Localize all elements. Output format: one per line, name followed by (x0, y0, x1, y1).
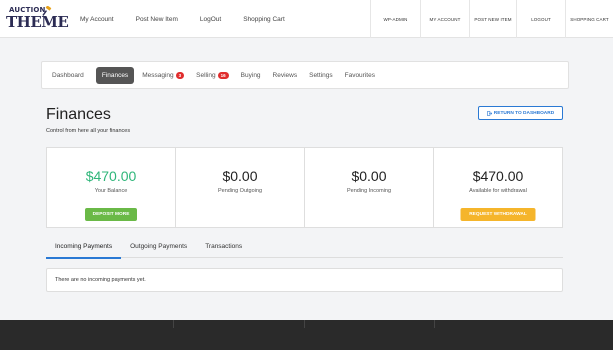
tab-finances[interactable]: Finances (95, 66, 135, 84)
return-label: RETURN TO DASHBOARD (493, 110, 555, 116)
pending-incoming-card: $0.00 Pending Incoming (305, 148, 434, 227)
available-withdrawal-card: $470.00 Available for withdrawal REQUEST… (434, 148, 562, 227)
tab-label: Favourites (344, 71, 375, 79)
tab-label: Buying (240, 71, 261, 79)
tab-favourites[interactable]: Favourites (345, 72, 375, 79)
balance-label: Your Balance (94, 188, 128, 194)
tab-label: Reviews (272, 71, 298, 79)
pending-outgoing-label: Pending Outgoing (217, 188, 263, 194)
tab-label: Selling (196, 71, 216, 79)
your-balance-card: $470.00 Your Balance DEPOSIT MORE (47, 148, 176, 227)
available-amount: $470.00 (472, 168, 524, 184)
footer-divider (434, 320, 435, 328)
tab-selling[interactable]: Selling 16 (196, 71, 229, 79)
balance-amount: $470.00 (85, 168, 137, 184)
balance-cards: $470.00 Your Balance DEPOSIT MORE $0.00 … (46, 147, 563, 228)
primary-nav: My Account Post New Item LogOut Shopping… (69, 0, 296, 38)
tab-label: Messaging (142, 71, 174, 79)
tab-messaging[interactable]: Messaging 3 (142, 71, 185, 79)
tab-dashboard[interactable]: Dashboard (52, 72, 84, 79)
nav-my-account[interactable]: My Account (80, 16, 114, 23)
nav-shopping-cart-upper[interactable]: SHOPPING CART (565, 0, 613, 38)
tab-label: Dashboard (52, 71, 84, 79)
gavel-icon (42, 6, 52, 16)
site-logo[interactable]: AUCTION THEME (6, 6, 69, 34)
tab-buying[interactable]: Buying (241, 72, 261, 79)
pending-outgoing-amount: $0.00 (222, 168, 258, 184)
nav-shopping-cart[interactable]: Shopping Cart (243, 16, 285, 23)
sign-out-icon (486, 110, 492, 116)
messaging-count-badge: 3 (175, 71, 185, 79)
footer-divider (304, 320, 305, 328)
nav-logout[interactable]: LogOut (200, 16, 221, 23)
payment-tabs: Incoming Payments Outgoing Payments Tran… (46, 240, 563, 259)
tab-settings[interactable]: Settings (309, 72, 333, 79)
selling-count-badge: 16 (217, 71, 229, 79)
nav-my-account-upper[interactable]: MY ACCOUNT (420, 0, 469, 38)
footer-divider (173, 320, 174, 328)
account-tabs: Dashboard Finances Messaging 3 Selling 16 … (41, 61, 569, 89)
nav-post-new-item[interactable]: Post New Item (136, 16, 178, 23)
incoming-payments-panel: There are no incoming payments yet. (46, 268, 563, 292)
tab-label: Finances (101, 71, 129, 79)
nav-wp-admin[interactable]: WP-ADMIN (370, 0, 420, 38)
tab-outgoing-payments[interactable]: Outgoing Payments (121, 240, 196, 258)
logo-main-text: THEME (6, 13, 69, 31)
pending-incoming-amount: $0.00 (351, 168, 387, 184)
return-to-dashboard-button[interactable]: RETURN TO DASHBOARD (478, 106, 563, 120)
pending-incoming-label: Pending Incoming (346, 188, 392, 194)
request-withdrawal-button[interactable]: REQUEST WITHDRAWAL (460, 208, 536, 221)
available-label: Available for withdrawal (469, 188, 527, 194)
nav-post-new-item-upper[interactable]: POST NEW ITEM (469, 0, 516, 38)
tab-label: Settings (309, 71, 333, 79)
empty-message: There are no incoming payments yet. (55, 277, 146, 283)
nav-logout-upper[interactable]: LOGOUT (516, 0, 565, 38)
page-title: Finances (46, 106, 111, 123)
page-subtitle: Control from here all your finances (46, 128, 131, 134)
pending-outgoing-card: $0.00 Pending Outgoing (176, 148, 305, 227)
tab-reviews[interactable]: Reviews (273, 72, 298, 79)
secondary-nav: WP-ADMIN MY ACCOUNT POST NEW ITEM LOGOUT… (370, 0, 613, 38)
tab-incoming-payments[interactable]: Incoming Payments (46, 240, 122, 259)
site-footer (0, 320, 613, 350)
tab-transactions[interactable]: Transactions (196, 240, 251, 258)
top-header: AUCTION THEME My Account Post New Item L… (0, 0, 613, 38)
deposit-more-button[interactable]: DEPOSIT MORE (85, 208, 137, 221)
